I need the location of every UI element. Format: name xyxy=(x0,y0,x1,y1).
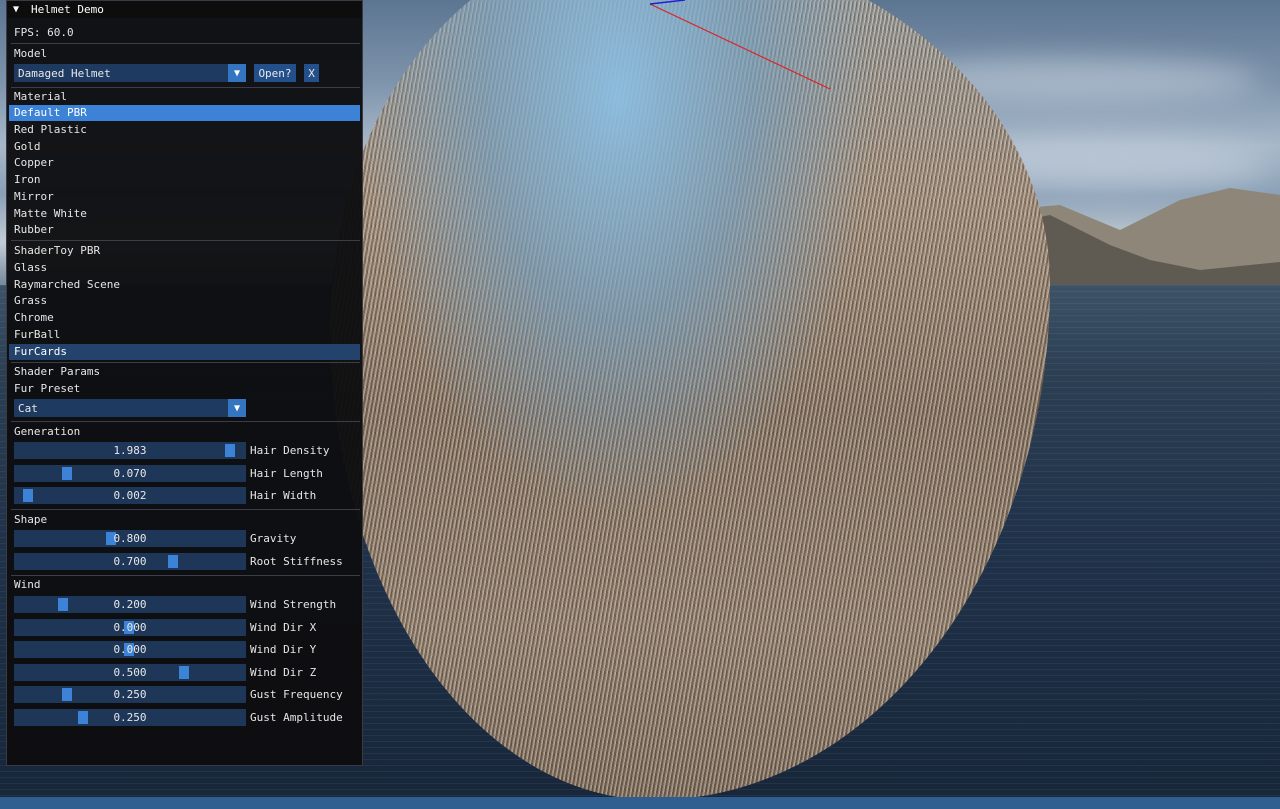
slider-value: 0.070 xyxy=(113,466,147,480)
slider-label-root-stiffness: Root Stiffness xyxy=(250,554,343,568)
model-combo[interactable]: Damaged Helmet ▼ xyxy=(14,64,246,82)
bottom-bar xyxy=(0,797,1280,809)
material-item-rubber[interactable]: Rubber xyxy=(9,222,360,238)
shader-item-furcards[interactable]: FurCards xyxy=(9,343,360,360)
material-item-copper[interactable]: Copper xyxy=(9,155,360,171)
slider-value: 0.800 xyxy=(113,532,147,545)
window-titlebar[interactable]: ▼ Helmet Demo xyxy=(7,1,362,18)
slider-gust-amplitude[interactable]: 0.250 xyxy=(14,709,246,726)
separator xyxy=(11,509,360,510)
slider-label-wind-dir-y: Wind Dir Y xyxy=(250,643,317,657)
slider-wind-dir-y[interactable]: 0.000 xyxy=(14,641,246,659)
slider-gravity[interactable]: 0.800 xyxy=(14,530,246,547)
shader-item-grass[interactable]: Grass xyxy=(9,293,360,309)
separator xyxy=(11,362,360,363)
chevron-down-icon[interactable]: ▼ xyxy=(228,399,246,417)
material-item-default-pbr[interactable]: Default PBR xyxy=(9,105,360,121)
shader-item-glass[interactable]: Glass xyxy=(9,260,360,276)
slider-label-hair-width: Hair Width xyxy=(250,489,317,502)
shader-item-raymarched-scene[interactable]: Raymarched Scene xyxy=(9,277,360,293)
slider-wind-strength[interactable]: 0.200 xyxy=(14,596,246,613)
fur-preset-label: Fur Preset xyxy=(14,382,81,395)
shader-item-furball[interactable]: FurBall xyxy=(9,327,360,343)
separator xyxy=(11,87,360,88)
slider-root-stiffness[interactable]: 0.700 xyxy=(14,552,246,570)
slider-value: 0.700 xyxy=(113,554,147,568)
slider-value: 0.000 xyxy=(113,620,147,634)
material-item-iron[interactable]: Iron xyxy=(9,172,360,188)
material-item-red-plastic[interactable]: Red Plastic xyxy=(9,122,360,138)
separator xyxy=(11,421,360,422)
slider-hair-density[interactable]: 1.983 xyxy=(14,442,246,459)
triangle-down-icon[interactable]: ▼ xyxy=(13,4,25,15)
wind-label: Wind xyxy=(14,578,41,591)
model-combo-value: Damaged Helmet xyxy=(18,66,111,80)
slider-value: 0.250 xyxy=(113,711,147,724)
material-item-mirror[interactable]: Mirror xyxy=(9,189,360,205)
shader-item-chrome[interactable]: Chrome xyxy=(9,310,360,326)
slider-value: 1.983 xyxy=(113,444,147,457)
slider-wind-dir-z[interactable]: 0.500 xyxy=(14,663,246,681)
material-item-gold[interactable]: Gold xyxy=(9,139,360,155)
slider-value: 0.500 xyxy=(113,665,147,679)
separator xyxy=(11,575,360,576)
fps-readout: FPS: 60.0 xyxy=(14,26,74,39)
helmet-demo-window[interactable]: ▼ Helmet Demo FPS: 60.0 Model Damaged He… xyxy=(6,0,363,766)
material-item-matte-white[interactable]: Matte White xyxy=(9,206,360,222)
model-label: Model xyxy=(14,47,48,60)
shader-params-label: Shader Params xyxy=(14,365,101,378)
slider-value: 0.200 xyxy=(113,598,147,611)
slider-hair-length[interactable]: 0.070 xyxy=(14,464,246,482)
slider-gust-frequency[interactable]: 0.250 xyxy=(14,686,246,704)
shape-label: Shape xyxy=(14,513,48,526)
separator xyxy=(11,43,360,44)
shader-item-shadertoy-pbr[interactable]: ShaderToy PBR xyxy=(9,243,360,259)
fur-preset-value: Cat xyxy=(18,401,38,415)
separator xyxy=(11,240,360,241)
close-model-button[interactable]: X xyxy=(304,64,319,82)
fur-preset-combo[interactable]: Cat ▼ xyxy=(14,399,246,417)
slider-label-hair-density: Hair Density xyxy=(250,444,330,457)
slider-label-gust-amplitude: Gust Amplitude xyxy=(250,711,343,724)
open-button[interactable]: Open? xyxy=(254,64,296,82)
slider-label-wind-strength: Wind Strength xyxy=(250,598,337,611)
slider-label-wind-dir-x: Wind Dir X xyxy=(250,620,317,634)
slider-label-gravity: Gravity xyxy=(250,532,297,545)
slider-label-gust-frequency: Gust Frequency xyxy=(250,688,343,702)
window-title: Helmet Demo xyxy=(31,3,104,16)
chevron-down-icon[interactable]: ▼ xyxy=(228,64,246,82)
slider-value: 0.250 xyxy=(113,688,147,702)
slider-label-wind-dir-z: Wind Dir Z xyxy=(250,665,317,679)
slider-wind-dir-x[interactable]: 0.000 xyxy=(14,618,246,636)
slider-hair-width[interactable]: 0.002 xyxy=(14,487,246,504)
material-label: Material xyxy=(14,90,67,103)
slider-value: 0.000 xyxy=(113,643,147,657)
generation-label: Generation xyxy=(14,425,81,438)
gizmo-axes xyxy=(649,0,831,90)
slider-label-hair-length: Hair Length xyxy=(250,466,323,480)
slider-value: 0.002 xyxy=(113,489,147,502)
